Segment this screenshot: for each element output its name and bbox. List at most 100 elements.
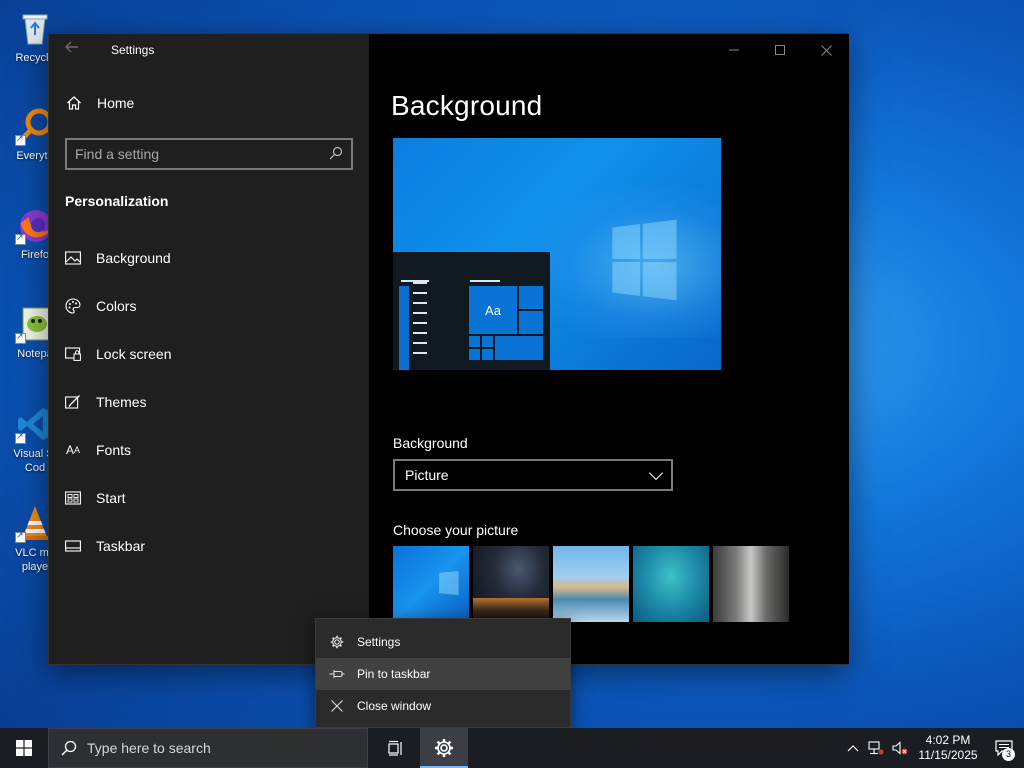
nav-item-label: Fonts (96, 442, 132, 458)
nav-home-label: Home (97, 95, 135, 111)
taskbar: Type here to search 4:02 PM 11/15/2025 3 (0, 728, 1024, 768)
preview-tile (469, 336, 480, 347)
background-label: Background (393, 435, 468, 451)
shortcut-arrow-icon (15, 331, 26, 344)
volume-button[interactable] (888, 728, 912, 768)
background-dropdown[interactable]: Picture (393, 459, 673, 491)
window-title: Settings (111, 43, 155, 57)
settings-window: Settings Home Personalization Background (48, 33, 849, 665)
picture-thumb-windows-blue[interactable] (393, 546, 469, 622)
start-button[interactable] (0, 728, 48, 768)
nav-item-label: Themes (96, 394, 147, 410)
shortcut-arrow-icon (15, 431, 26, 444)
taskbar-clock[interactable]: 4:02 PM 11/15/2025 (912, 733, 984, 763)
close-window-button[interactable] (803, 34, 849, 66)
nav-item-taskbar[interactable]: Taskbar (49, 522, 369, 570)
picture-thumbnails (393, 546, 789, 622)
windows-logo-icon (16, 740, 32, 756)
show-hidden-icons-button[interactable] (842, 728, 864, 768)
find-setting-input[interactable] (75, 146, 329, 162)
start-icon (65, 490, 81, 506)
font-icon: AA (65, 443, 81, 457)
notification-count-badge: 3 (1002, 748, 1015, 761)
context-item-settings[interactable]: Settings (316, 626, 570, 658)
section-heading: Personalization (65, 193, 169, 209)
taskbar-search-box[interactable]: Type here to search (48, 728, 368, 768)
chevron-down-icon (648, 465, 664, 480)
lock-screen-icon (65, 346, 81, 362)
personalization-nav: Background Colors Lock screen Themes A A… (49, 234, 369, 570)
nav-item-themes[interactable]: Themes (49, 378, 369, 426)
gear-icon (328, 635, 346, 649)
network-button[interactable] (864, 728, 888, 768)
back-arrow-icon (65, 41, 78, 53)
maximize-icon (775, 45, 785, 55)
home-icon (65, 94, 83, 112)
network-icon (868, 741, 884, 755)
gear-icon (435, 739, 453, 757)
picture-thumb-beach-rocks[interactable] (553, 546, 629, 622)
nav-item-label: Lock screen (96, 346, 172, 362)
nav-item-start[interactable]: Start (49, 474, 369, 522)
minimize-button[interactable] (711, 34, 757, 66)
context-item-pin-to-taskbar[interactable]: Pin to taskbar (316, 658, 570, 690)
picture-thumb-underwater[interactable] (633, 546, 709, 622)
nav-item-label: Background (96, 250, 171, 266)
preview-tile (519, 286, 543, 309)
taskbar-context-menu: Settings Pin to taskbar Close window (315, 618, 571, 728)
context-item-label: Settings (357, 635, 401, 649)
back-button[interactable] (59, 38, 85, 62)
settings-sidebar: Settings Home Personalization Background (49, 34, 369, 664)
taskbar-icon (65, 538, 81, 554)
shortcut-arrow-icon (15, 232, 26, 245)
picture-icon (65, 250, 81, 266)
brush-icon (65, 394, 81, 410)
picture-thumb-rock-cliff[interactable] (713, 546, 789, 622)
volume-muted-icon (892, 741, 908, 755)
nav-item-label: Start (96, 490, 126, 506)
nav-item-lock-screen[interactable]: Lock screen (49, 330, 369, 378)
preview-sidebar-strip (399, 286, 409, 370)
task-view-icon (388, 740, 402, 756)
minimize-icon (729, 49, 739, 51)
background-preview: Aa (393, 138, 721, 370)
nav-item-fonts[interactable]: AA Fonts (49, 426, 369, 474)
nav-home[interactable]: Home (65, 94, 134, 112)
clock-date: 11/15/2025 (918, 748, 978, 762)
shortcut-arrow-icon (15, 530, 26, 543)
preview-line (470, 280, 500, 282)
preview-tile (482, 349, 493, 360)
action-center-button[interactable]: 3 (984, 728, 1024, 768)
nav-item-colors[interactable]: Colors (49, 282, 369, 330)
settings-main-pane: Background Aa Background Picture Choose … (369, 34, 849, 664)
preview-tile (469, 349, 480, 360)
nav-item-background[interactable]: Background (49, 234, 369, 282)
shortcut-arrow-icon (15, 133, 26, 146)
task-view-button[interactable] (372, 728, 420, 768)
preview-tile (519, 311, 543, 334)
page-title: Background (391, 90, 543, 121)
pin-icon (328, 668, 346, 680)
picture-thumb-night-sky[interactable] (473, 546, 549, 622)
window-controls (711, 34, 849, 66)
maximize-button[interactable] (757, 34, 803, 66)
taskbar-app-settings[interactable] (420, 728, 468, 768)
taskbar-search-placeholder: Type here to search (87, 740, 211, 756)
close-icon (820, 44, 832, 56)
system-tray: 4:02 PM 11/15/2025 3 (842, 728, 1024, 768)
palette-icon (65, 298, 81, 314)
preview-list-lines (413, 282, 427, 362)
nav-item-label: Taskbar (96, 538, 146, 554)
chevron-up-icon (847, 745, 859, 752)
nav-item-label: Colors (96, 298, 137, 314)
search-icon[interactable] (329, 146, 343, 163)
context-item-label: Close window (357, 699, 432, 713)
context-item-label: Pin to taskbar (357, 667, 431, 681)
context-item-close-window[interactable]: Close window (316, 690, 570, 722)
choose-picture-label: Choose your picture (393, 522, 519, 538)
preview-tile (482, 336, 493, 347)
preview-tile (495, 336, 543, 360)
close-icon (328, 700, 346, 712)
find-setting-search[interactable] (65, 138, 353, 170)
windows-logo-icon (612, 219, 677, 301)
